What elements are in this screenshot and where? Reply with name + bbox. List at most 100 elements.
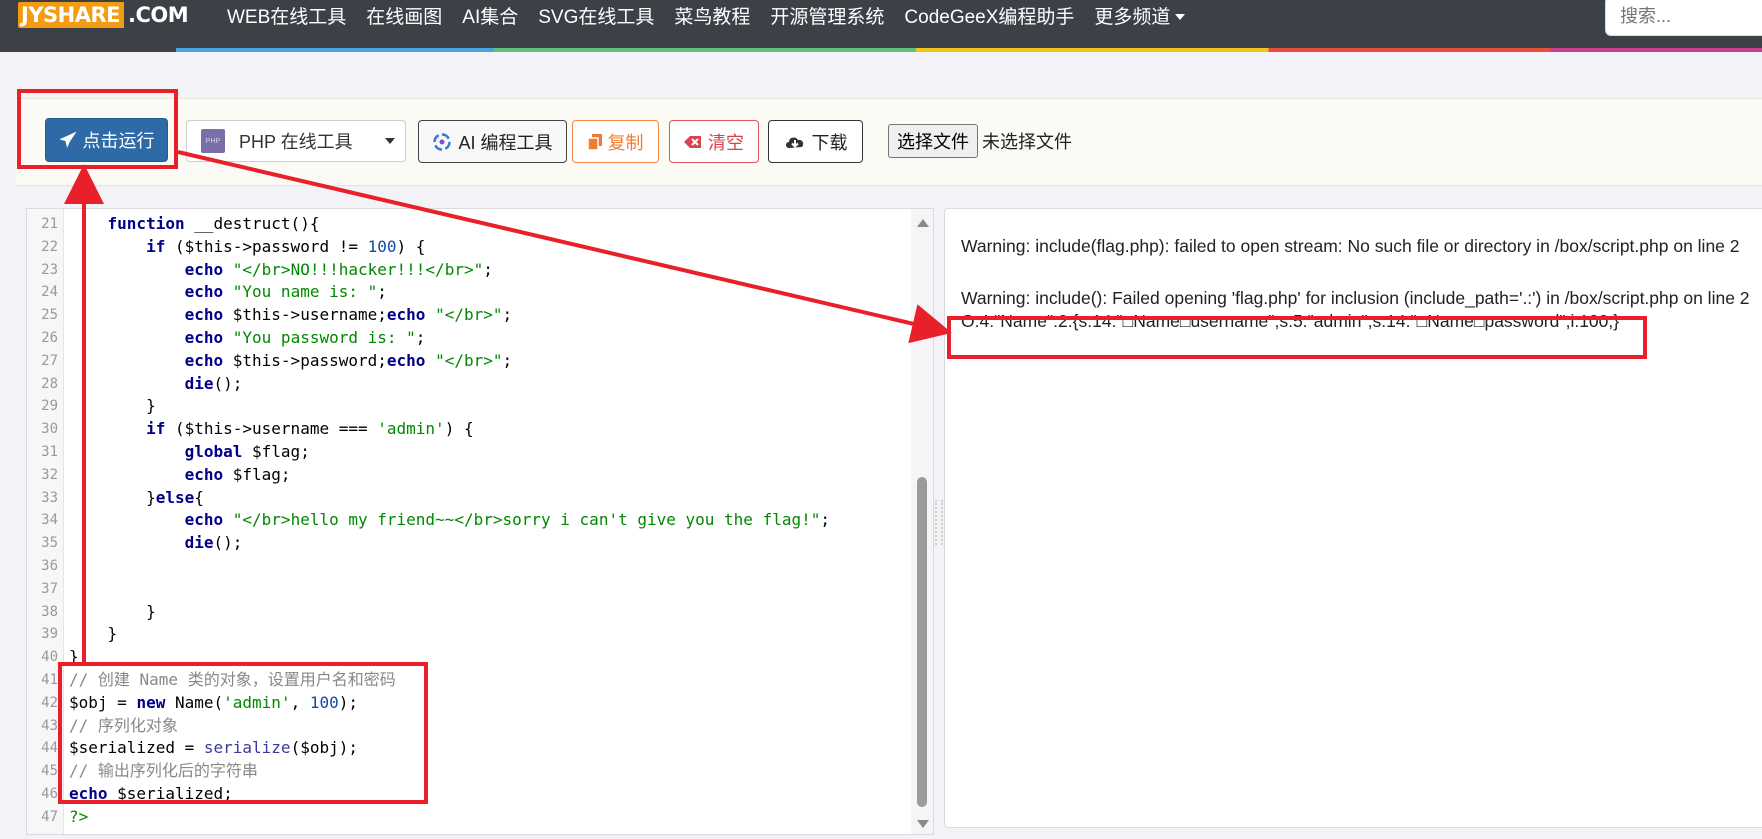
code-line[interactable]: 39 } — [27, 623, 907, 646]
code-line[interactable]: 31 global $flag; — [27, 441, 907, 464]
line-number: 22 — [41, 238, 58, 255]
line-number: 47 — [41, 808, 58, 825]
annotation-box-code — [58, 662, 428, 804]
copy-label: 复制 — [607, 132, 644, 153]
code-text: if ($this->username === 'admin') { — [146, 419, 474, 439]
code-text: echo "</br>NO!!!hacker!!!</br>"; — [184, 259, 493, 279]
clear-button[interactable]: 清空 — [669, 120, 759, 163]
code-text: die(); — [184, 533, 243, 553]
download-button[interactable]: 下载 — [768, 120, 863, 163]
nav-link-svg[interactable]: SVG在线工具 — [538, 2, 654, 29]
code-line[interactable]: 35 die(); — [27, 532, 907, 555]
code-line[interactable]: 37 — [27, 578, 907, 601]
pane-resizer[interactable] — [935, 500, 943, 545]
line-number: 37 — [41, 580, 58, 597]
line-number: 29 — [41, 398, 58, 415]
language-select[interactable]: PHP PHP 在线工具 — [186, 120, 406, 162]
code-line[interactable]: 47 ?> — [27, 806, 907, 829]
copy-icon — [587, 133, 602, 150]
line-number: 35 — [41, 535, 58, 552]
line-number: 45 — [41, 763, 58, 780]
code-text: echo "You name is: "; — [184, 282, 387, 302]
nav-link-more[interactable]: 更多频道 — [1094, 2, 1186, 29]
code-text: function __destruct(){ — [107, 214, 320, 233]
chevron-down-icon — [1175, 14, 1186, 21]
scroll-down-arrow-icon[interactable] — [917, 820, 929, 828]
line-number: 31 — [41, 443, 58, 460]
ai-coding-label: AI 编程工具 — [458, 132, 553, 153]
nav-link-web-tools[interactable]: WEB在线工具 — [227, 2, 346, 29]
nav-link-tutorial[interactable]: 菜鸟教程 — [674, 2, 750, 29]
choose-file-button[interactable]: 选择文件 — [888, 124, 978, 158]
annotation-box-run — [17, 89, 178, 169]
chevron-down-icon — [385, 138, 395, 144]
code-text: die(); — [184, 373, 243, 393]
code-line[interactable]: 29 } — [27, 395, 907, 418]
line-number: 38 — [41, 603, 58, 620]
code-line[interactable]: 23 echo "</br>NO!!!hacker!!!</br>"; — [27, 259, 907, 282]
annotation-box-output — [947, 316, 1647, 359]
code-text: } — [69, 396, 156, 416]
file-status: 未选择文件 — [982, 132, 1072, 152]
ai-logo-icon — [433, 132, 452, 151]
search-input[interactable] — [1605, 0, 1762, 36]
code-text: }else{ — [69, 487, 204, 507]
cloud-download-icon — [785, 137, 803, 148]
nav-color-stripe — [0, 48, 1762, 52]
line-number: 34 — [41, 512, 58, 529]
line-number: 41 — [41, 671, 58, 688]
code-line[interactable]: 25 echo $this->username;echo "</br>"; — [27, 304, 907, 327]
code-line[interactable]: 36 — [27, 555, 907, 578]
code-text: if ($this->password != 100) { — [146, 236, 426, 256]
code-line[interactable]: 27 echo $this->password;echo "</br>"; — [27, 350, 907, 373]
code-line[interactable]: 33 }else{ — [27, 487, 907, 510]
line-number: 30 — [41, 421, 58, 438]
nav-links: WEB在线工具 在线画图 AI集合 SVG在线工具 菜鸟教程 开源管理系统 Co… — [227, 0, 1186, 30]
code-text: } — [69, 601, 156, 621]
nav-link-ai[interactable]: AI集合 — [462, 2, 518, 29]
editor-scrollbar[interactable] — [911, 209, 933, 834]
line-number: 24 — [41, 284, 58, 301]
code-text: echo "You password is: "; — [184, 327, 426, 347]
output-line: Warning: include(flag.php): failed to op… — [961, 236, 1740, 256]
clear-label: 清空 — [708, 132, 744, 153]
ai-coding-button[interactable]: AI 编程工具 — [418, 120, 567, 163]
code-line[interactable]: 32 echo $flag; — [27, 464, 907, 487]
scroll-up-arrow-icon[interactable] — [917, 219, 929, 227]
line-number: 25 — [41, 307, 58, 324]
nav-link-opensource[interactable]: 开源管理系统 — [770, 2, 884, 29]
code-line[interactable]: 34 echo "</br>hello my friend~~</br>sorr… — [27, 509, 907, 532]
code-text: echo "</br>hello my friend~~</br>sorry i… — [184, 510, 831, 530]
nav-link-codegeex[interactable]: CodeGeeX编程助手 — [904, 2, 1074, 29]
code-line[interactable]: 21 function __destruct(){ — [27, 213, 907, 236]
code-text: ?> — [69, 806, 89, 826]
code-line[interactable]: 26 echo "You password is: "; — [27, 327, 907, 350]
nav-link-more-label: 更多频道 — [1094, 6, 1171, 28]
line-number: 43 — [41, 717, 58, 734]
line-number: 40 — [41, 649, 58, 666]
nav-link-drawing[interactable]: 在线画图 — [366, 2, 442, 29]
language-select-value: PHP 在线工具 — [239, 132, 353, 152]
line-number: 39 — [41, 626, 58, 643]
code-line[interactable]: 24 echo "You name is: "; — [27, 281, 907, 304]
code-line[interactable]: 30 if ($this->username === 'admin') { — [27, 418, 907, 441]
top-nav: JYSHARE .COM WEB在线工具 在线画图 AI集合 SVG在线工具 菜… — [0, 0, 1762, 52]
code-line[interactable]: 38 } — [27, 601, 907, 624]
line-number: 28 — [41, 375, 58, 392]
code-text: echo $this->username;echo "</br>"; — [184, 305, 513, 325]
line-number: 42 — [41, 694, 58, 711]
copy-button[interactable]: 复制 — [572, 120, 659, 163]
code-text: echo $flag; — [184, 464, 291, 484]
code-line[interactable]: 22 if ($this->password != 100) { — [27, 236, 907, 259]
line-number: 21 — [41, 216, 58, 232]
line-number: 44 — [41, 740, 58, 757]
line-number: 33 — [41, 489, 58, 506]
scrollbar-thumb[interactable] — [917, 477, 927, 807]
code-text: global $flag; — [184, 441, 310, 461]
logo-jyshare: JYSHARE — [18, 2, 124, 28]
line-number: 23 — [41, 261, 58, 278]
site-logo[interactable]: JYSHARE .COM — [18, 2, 192, 28]
code-line[interactable]: 28 die(); — [27, 373, 907, 396]
line-number: 46 — [41, 785, 58, 802]
